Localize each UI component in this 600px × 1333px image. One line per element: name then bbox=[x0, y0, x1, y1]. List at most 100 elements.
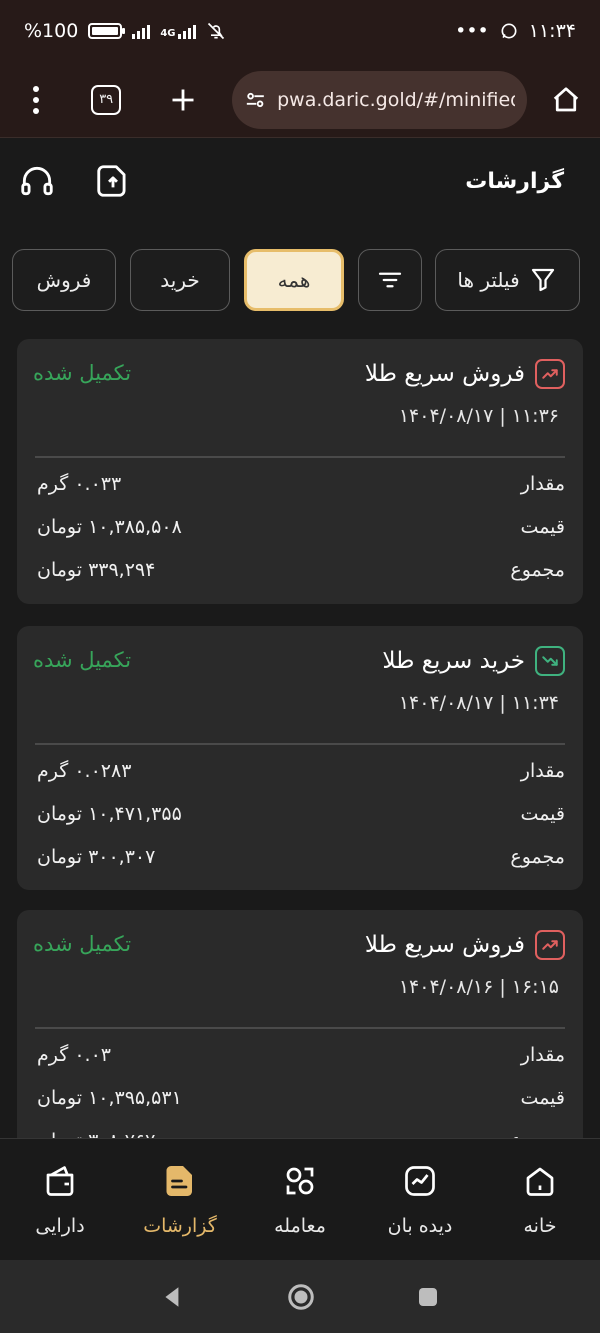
price-row: قیمت ۱۰,۳۸۵,۵۰۸ تومان bbox=[37, 509, 565, 545]
tab-count: ۳۹ bbox=[99, 92, 114, 107]
card-header: فروش سریع طلا bbox=[365, 930, 565, 960]
chip-all[interactable]: همه bbox=[244, 249, 344, 311]
card-title: فروش سریع طلا bbox=[364, 932, 525, 958]
divider bbox=[35, 456, 565, 458]
status-right: ••• ۱۱:۳۴ bbox=[455, 20, 576, 42]
total-row: مجموع ۳۳۹,۲۹۴ تومان bbox=[37, 552, 565, 588]
browser-menu-icon[interactable] bbox=[14, 78, 57, 122]
nav-reports-label: گزارشات bbox=[143, 1215, 217, 1237]
total-label: مجموع bbox=[510, 846, 565, 868]
chip-buy[interactable]: خرید bbox=[130, 249, 230, 311]
filter-bar: فیلتر ها همه خرید فروش bbox=[0, 249, 600, 311]
total-label: مجموع bbox=[510, 559, 565, 581]
chip-buy-label: خرید bbox=[160, 268, 200, 292]
amount-value: ۰.۰۳ گرم bbox=[37, 1044, 111, 1066]
amount-label: مقدار bbox=[520, 473, 565, 495]
battery-icon bbox=[88, 23, 126, 39]
total-row: مجموع ۳۰۸,۷۶۷ تومان bbox=[37, 1123, 565, 1139]
status-left: %100 4G bbox=[24, 20, 226, 42]
plus-icon bbox=[172, 89, 194, 110]
filters-button[interactable]: فیلتر ها bbox=[435, 249, 580, 311]
transaction-card[interactable]: خرید سریع طلا تکمیل شده ۱۴۰۴/۰۸/۱۷ | ۱۱:… bbox=[17, 626, 583, 890]
status-bar: %100 4G ••• ۱۱:۳۴ bbox=[0, 0, 600, 62]
nav-trade-label: معامله bbox=[274, 1215, 326, 1237]
site-settings-icon[interactable] bbox=[244, 88, 267, 112]
amount-label: مقدار bbox=[520, 1044, 565, 1066]
nav-watchlist[interactable]: دیده بان bbox=[360, 1139, 480, 1260]
browser-home-button[interactable] bbox=[547, 80, 586, 120]
amount-row: مقدار ۰.۰۳ گرم bbox=[37, 1037, 565, 1073]
divider bbox=[35, 743, 565, 745]
amount-value: ۰.۰۳۳ گرم bbox=[37, 473, 122, 495]
nav-home[interactable]: خانه bbox=[480, 1139, 600, 1260]
chip-sell[interactable]: فروش bbox=[12, 249, 116, 311]
wallet-icon bbox=[40, 1161, 80, 1201]
divider bbox=[35, 1027, 565, 1029]
trend-down-icon bbox=[535, 646, 565, 676]
trend-up-icon bbox=[535, 359, 565, 389]
price-row: قیمت ۱۰,۳۹۵,۵۳۱ تومان bbox=[37, 1080, 565, 1116]
card-title: فروش سریع طلا bbox=[364, 361, 525, 387]
chart-icon bbox=[400, 1161, 440, 1201]
amount-row: مقدار ۰.۰۲۸۳ گرم bbox=[37, 753, 565, 789]
page-title: گزارشات bbox=[465, 168, 564, 194]
card-date: ۱۴۰۴/۰۸/۱۶ | ۱۶:۱۵ bbox=[398, 976, 559, 998]
app-header: گزارشات bbox=[0, 139, 600, 223]
report-icon bbox=[160, 1161, 200, 1201]
amount-value: ۰.۰۲۸۳ گرم bbox=[37, 760, 132, 782]
card-date: ۱۴۰۴/۰۸/۱۷ | ۱۱:۳۶ bbox=[398, 405, 559, 427]
signal-icon-2 bbox=[177, 23, 196, 39]
trade-icon bbox=[280, 1161, 320, 1201]
recents-icon[interactable] bbox=[416, 1285, 440, 1309]
amount-label: مقدار bbox=[520, 760, 565, 782]
nav-trade[interactable]: معامله bbox=[240, 1139, 360, 1260]
status-badge: تکمیل شده bbox=[33, 648, 132, 672]
header-actions bbox=[18, 162, 132, 200]
nav-assets-label: دارایی bbox=[35, 1215, 85, 1237]
support-headphones-icon[interactable] bbox=[18, 162, 56, 200]
price-label: قیمت bbox=[520, 516, 565, 538]
sort-button[interactable] bbox=[358, 249, 422, 311]
signal-icon bbox=[132, 23, 151, 39]
app-content: گزارشات فیلتر ها همه خرید فروش فروش سریع… bbox=[0, 139, 600, 1139]
card-date: ۱۴۰۴/۰۸/۱۷ | ۱۱:۳۴ bbox=[398, 692, 559, 714]
home-circle-icon[interactable] bbox=[286, 1282, 316, 1312]
browser-toolbar: ۳۹ pwa.daric.gold/#/minified: bbox=[0, 62, 600, 138]
card-header: فروش سریع طلا bbox=[365, 359, 565, 389]
transaction-card[interactable]: فروش سریع طلا تکمیل شده ۱۴۰۴/۰۸/۱۶ | ۱۶:… bbox=[17, 910, 583, 1139]
bottom-nav: خانه دیده بان معامله گزارشات دارایی bbox=[0, 1138, 600, 1260]
nav-reports[interactable]: گزارشات bbox=[120, 1139, 240, 1260]
status-badge: تکمیل شده bbox=[33, 932, 132, 956]
card-header: خرید سریع طلا bbox=[382, 646, 565, 676]
funnel-icon bbox=[531, 268, 554, 292]
home-icon bbox=[520, 1161, 560, 1201]
back-icon[interactable] bbox=[160, 1284, 186, 1310]
status-badge: تکمیل شده bbox=[33, 361, 132, 385]
sort-lines-icon bbox=[378, 272, 402, 288]
new-tab-button[interactable] bbox=[163, 80, 202, 120]
nav-assets[interactable]: دارایی bbox=[0, 1139, 120, 1260]
card-title: خرید سریع طلا bbox=[382, 648, 525, 674]
nav-watchlist-label: دیده بان bbox=[387, 1215, 453, 1237]
system-nav-bar bbox=[0, 1260, 600, 1333]
price-value: ۱۰,۳۸۵,۵۰۸ تومان bbox=[37, 516, 182, 538]
network-group: 4G bbox=[160, 23, 196, 39]
battery-percent: %100 bbox=[24, 20, 79, 42]
price-label: قیمت bbox=[520, 803, 565, 825]
more-notifications: ••• bbox=[455, 20, 489, 42]
transaction-card[interactable]: فروش سریع طلا تکمیل شده ۱۴۰۴/۰۸/۱۷ | ۱۱:… bbox=[17, 339, 583, 604]
home-outline-icon bbox=[554, 86, 579, 111]
total-row: مجموع ۳۰۰,۳۰۷ تومان bbox=[37, 839, 565, 875]
amount-row: مقدار ۰.۰۳۳ گرم bbox=[37, 466, 565, 502]
price-row: قیمت ۱۰,۴۷۱,۳۵۵ تومان bbox=[37, 796, 565, 832]
price-value: ۱۰,۴۷۱,۳۵۵ تومان bbox=[37, 803, 182, 825]
export-file-icon[interactable] bbox=[94, 162, 132, 200]
nav-home-label: خانه bbox=[523, 1215, 557, 1237]
url-text: pwa.daric.gold/#/minified: bbox=[277, 88, 515, 111]
whatsapp-icon bbox=[501, 23, 517, 39]
tab-switcher-button[interactable]: ۳۹ bbox=[91, 84, 121, 115]
chip-sell-label: فروش bbox=[36, 268, 92, 292]
address-bar[interactable]: pwa.daric.gold/#/minified: bbox=[232, 70, 527, 129]
price-label: قیمت bbox=[520, 1087, 565, 1109]
filters-label: فیلتر ها bbox=[457, 268, 520, 292]
